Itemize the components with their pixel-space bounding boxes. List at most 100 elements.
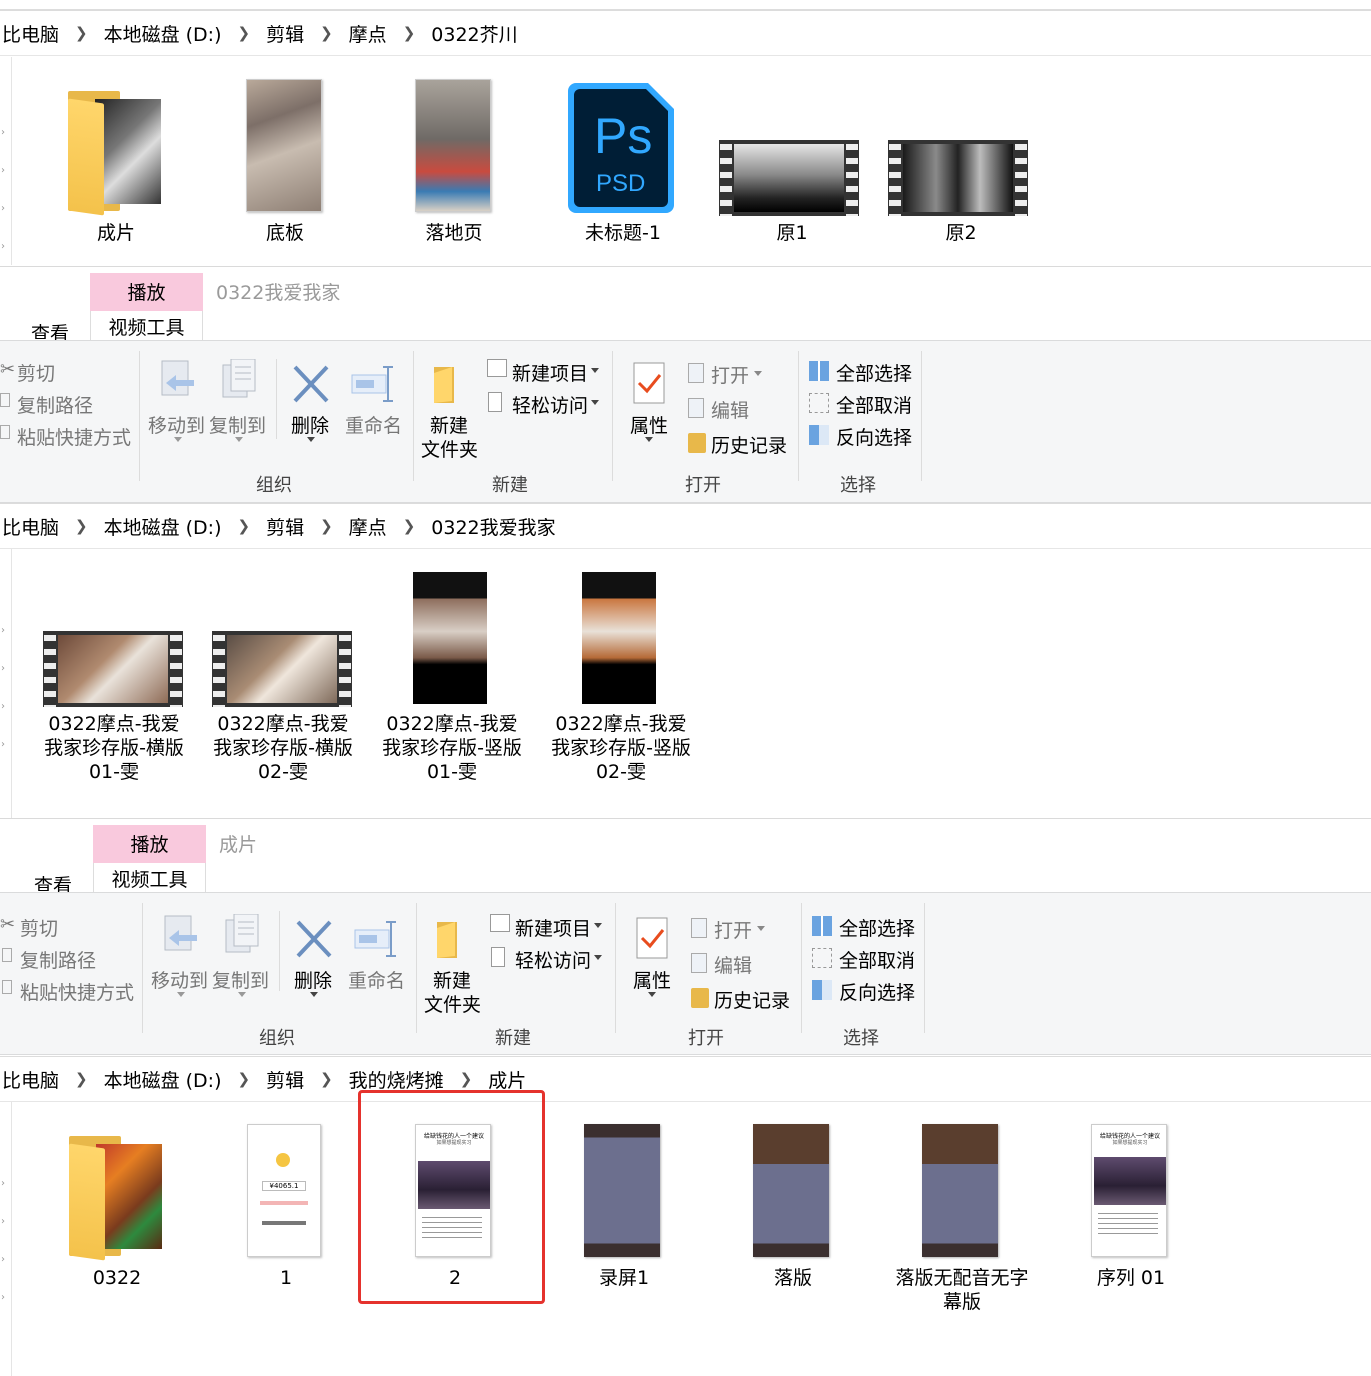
file-item[interactable]: 落版 <box>718 1122 868 1302</box>
delete-button[interactable]: 删除 <box>285 359 337 449</box>
chevron-right-icon[interactable]: ❯ <box>446 1070 487 1088</box>
breadcrumb[interactable]: 比电脑 ❯ 本地磁盘 (D:) ❯ 剪辑 ❯ 摩点 ❯ 0322我爱我家 <box>0 503 1371 549</box>
nav-pane-edge[interactable]: › › › › <box>0 57 12 265</box>
paste-shortcut-button[interactable]: 粘贴快捷方式 <box>17 423 131 450</box>
crumb-edit[interactable]: 剪辑 <box>264 1066 306 1093</box>
copy-to-button[interactable]: 复制到 <box>210 914 270 1004</box>
chevron-right-icon[interactable]: ❯ <box>61 1070 102 1088</box>
crumb-modian[interactable]: 摩点 <box>347 513 389 540</box>
crumb-pc[interactable]: 比电脑 <box>0 513 61 540</box>
nav-pane-edge[interactable]: › › › › <box>0 549 12 818</box>
open-button[interactable]: 打开 <box>714 916 752 943</box>
edit-button[interactable]: 编辑 <box>714 951 752 978</box>
select-all-button[interactable]: 全部选择 <box>839 914 915 941</box>
breadcrumb[interactable]: 比电脑 ❯ 本地磁盘 (D:) ❯ 剪辑 ❯ 摩点 ❯ 0322芥川 <box>0 10 1371 56</box>
invert-selection-button[interactable]: 反向选择 <box>839 978 915 1005</box>
crumb-current[interactable]: 0322我爱我家 <box>429 513 557 540</box>
file-item[interactable]: 0322摩点-我爱 我家珍存版-横版 01-雯 <box>39 569 189 789</box>
edit-button[interactable]: 编辑 <box>711 396 749 423</box>
crumb-edit[interactable]: 剪辑 <box>264 20 306 47</box>
properties-button[interactable]: 属性 <box>629 914 675 1004</box>
breadcrumb[interactable]: 比电脑 ❯ 本地磁盘 (D:) ❯ 剪辑 ❯ 我的烧烤摊 ❯ 成片 <box>0 1056 1371 1102</box>
file-item[interactable]: 给缺钱花的人一个建议 如果想提现实习 序列 01 <box>1056 1122 1206 1302</box>
crumb-project[interactable]: 我的烧烤摊 <box>347 1066 446 1093</box>
cut-button[interactable]: 剪切 <box>17 359 55 386</box>
file-item[interactable]: 0322摩点-我爱 我家珍存版-横版 02-雯 <box>208 569 358 789</box>
new-item-button[interactable]: 新建项目 <box>515 914 591 941</box>
delete-label: 删除 <box>291 415 330 437</box>
crumb-current[interactable]: 成片 <box>486 1066 528 1093</box>
rename-button[interactable]: 重命名 <box>344 359 404 449</box>
selection-highlight-box <box>358 1090 545 1304</box>
move-to-button[interactable]: 移动到 <box>146 359 206 449</box>
chevron-right-icon[interactable]: ❯ <box>389 24 430 42</box>
file-item[interactable]: 原1 <box>717 77 867 257</box>
file-item[interactable]: 底板 <box>210 77 360 257</box>
chevron-right-icon[interactable]: ❯ <box>224 517 265 535</box>
paste-shortcut-button[interactable]: 粘贴快捷方式 <box>20 978 134 1005</box>
file-name: 0322摩点-我爱 我家珍存版-横版 02-雯 <box>213 713 353 783</box>
crumb-edit[interactable]: 剪辑 <box>264 513 306 540</box>
file-item[interactable]: ¥4065.1 1 <box>211 1122 361 1302</box>
video-thumbnail <box>413 572 487 704</box>
chevron-right-icon[interactable]: ❯ <box>306 24 347 42</box>
file-item[interactable]: 录屏1 <box>549 1122 699 1302</box>
chevron-right-icon[interactable]: ❯ <box>61 517 102 535</box>
move-to-button[interactable]: 移动到 <box>149 914 209 1004</box>
crumb-drive[interactable]: 本地磁盘 (D:) <box>102 513 224 540</box>
rename-button[interactable]: 重命名 <box>347 914 407 1004</box>
new-folder-button[interactable]: 新建 文件夹 <box>423 914 483 1024</box>
file-item[interactable]: 0322摩点-我爱 我家珍存版-竖版 01-雯 <box>377 569 527 789</box>
cut-button[interactable]: 剪切 <box>20 914 58 941</box>
folder-front <box>69 1143 105 1261</box>
copy-to-label: 复制到 <box>209 415 267 437</box>
nav-pane-edge[interactable]: › › › › <box>0 1102 12 1376</box>
file-item[interactable]: 落版无配音无字 幕版 <box>887 1122 1037 1322</box>
file-item[interactable]: 0322摩点-我爱 我家珍存版-竖版 02-雯 <box>546 569 696 789</box>
file-name: 1 <box>279 1267 293 1289</box>
chevron-right-icon[interactable]: ❯ <box>224 24 265 42</box>
tab-play[interactable]: 播放 <box>93 825 206 863</box>
file-item[interactable]: 原2 <box>886 77 1036 257</box>
crumb-current[interactable]: 0322芥川 <box>429 20 519 47</box>
open-button[interactable]: 打开 <box>711 361 749 388</box>
file-name: 0322摩点-我爱 我家珍存版-竖版 02-雯 <box>551 713 691 783</box>
chevron-right-icon[interactable]: ❯ <box>61 24 102 42</box>
easy-access-button[interactable]: 轻松访问 <box>515 946 591 973</box>
history-button[interactable]: 历史记录 <box>714 986 790 1013</box>
file-name: 原2 <box>945 222 977 244</box>
file-name: 成片 <box>96 222 135 244</box>
crumb-pc[interactable]: 比电脑 <box>0 1066 61 1093</box>
copy-path-button[interactable]: 复制路径 <box>17 391 93 418</box>
text-lines <box>262 1221 306 1225</box>
crumb-pc[interactable]: 比电脑 <box>0 20 61 47</box>
crumb-modian[interactable]: 摩点 <box>347 20 389 47</box>
file-item[interactable]: 成片 <box>41 77 191 257</box>
tab-play[interactable]: 播放 <box>90 273 203 311</box>
invert-selection-button[interactable]: 反向选择 <box>836 423 912 450</box>
divider <box>615 903 616 1033</box>
file-item[interactable]: 0322 <box>42 1122 192 1302</box>
properties-button[interactable]: 属性 <box>626 359 672 449</box>
file-item[interactable]: 落地页 <box>379 77 529 257</box>
chevron-right-icon[interactable]: ❯ <box>306 517 347 535</box>
top-strip <box>0 0 1371 10</box>
new-item-icon <box>490 914 510 932</box>
delete-button[interactable]: 删除 <box>288 914 340 1004</box>
new-folder-button[interactable]: 新建 文件夹 <box>420 359 480 469</box>
select-none-button[interactable]: 全部取消 <box>839 946 915 973</box>
select-none-button[interactable]: 全部取消 <box>836 391 912 418</box>
copy-to-button[interactable]: 复制到 <box>207 359 267 449</box>
crumb-drive[interactable]: 本地磁盘 (D:) <box>102 1066 224 1093</box>
easy-access-button[interactable]: 轻松访问 <box>512 391 588 418</box>
copy-path-button[interactable]: 复制路径 <box>20 946 96 973</box>
chevron-right-icon[interactable]: ❯ <box>224 1070 265 1088</box>
new-item-button[interactable]: 新建项目 <box>512 359 588 386</box>
chevron-right-icon[interactable]: ❯ <box>389 517 430 535</box>
select-all-button[interactable]: 全部选择 <box>836 359 912 386</box>
image-thumbnail <box>415 79 491 212</box>
file-item[interactable]: Ps PSD 未标题-1 <box>548 77 698 257</box>
chevron-right-icon[interactable]: ❯ <box>306 1070 347 1088</box>
crumb-drive[interactable]: 本地磁盘 (D:) <box>102 20 224 47</box>
history-button[interactable]: 历史记录 <box>711 431 787 458</box>
